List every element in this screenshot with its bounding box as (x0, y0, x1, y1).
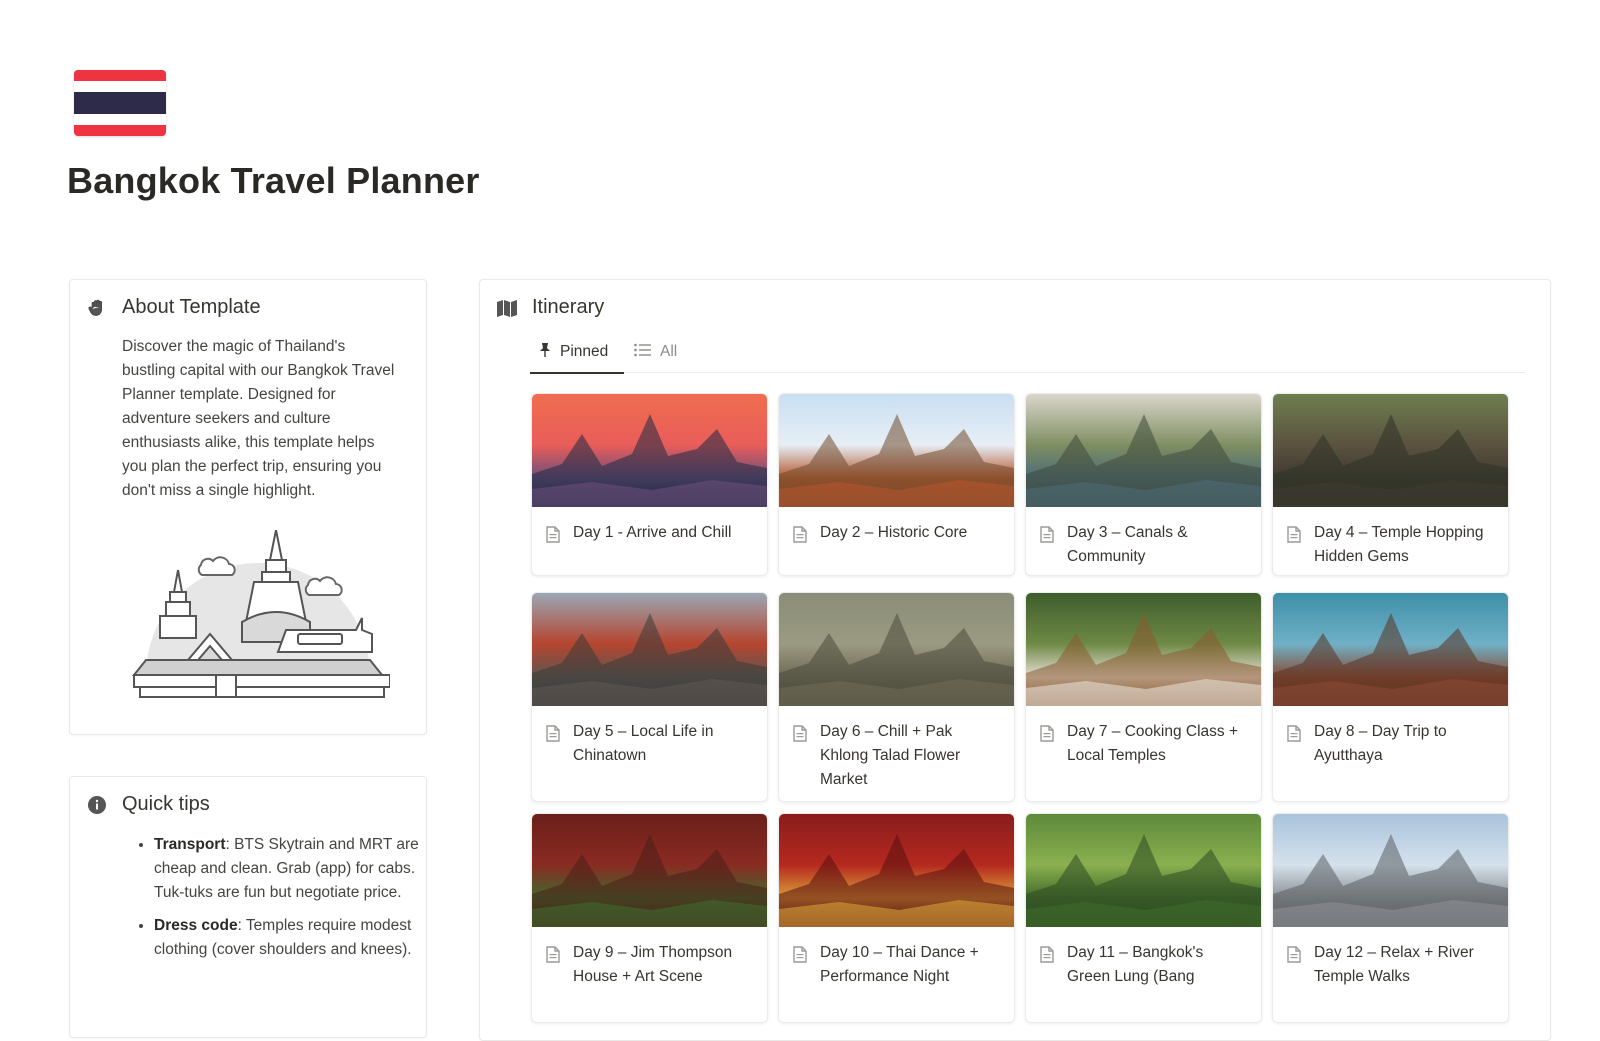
tip-label: Transport (154, 836, 226, 853)
page-doc-icon (793, 725, 807, 750)
page-doc-icon (546, 725, 560, 750)
card-caption: Day 4 – Temple Hopping Hidden Gems (1273, 507, 1508, 569)
tips-title: Quick tips (122, 793, 210, 815)
card-caption: Day 3 – Canals & Community (1026, 507, 1261, 569)
tab-all[interactable]: All (634, 332, 677, 372)
card-caption: Day 9 – Jim Thompson House + Art Scene (532, 927, 767, 989)
active-tab-indicator (530, 372, 624, 374)
card-caption: Day 12 – Relax + River Temple Walks (1273, 927, 1508, 989)
page-doc-icon (1287, 725, 1301, 750)
view-tabs: Pinned All (530, 332, 1525, 374)
temple-illustration-icon (126, 529, 391, 705)
card-cover-image (1026, 593, 1261, 706)
card-cover-image (532, 593, 767, 706)
pin-icon (538, 342, 552, 363)
about-template-panel: About Template Discover the magic of Tha… (69, 279, 427, 735)
card-title: Day 12 – Relax + River Temple Walks (1314, 944, 1474, 985)
tab-label: Pinned (560, 343, 609, 360)
card-cover-image (532, 394, 767, 507)
card-caption: Day 7 – Cooking Class + Local Temples (1026, 706, 1261, 768)
itinerary-card[interactable]: Day 5 – Local Life in Chinatown (531, 592, 768, 802)
itinerary-card[interactable]: Day 1 - Arrive and Chill (531, 393, 768, 576)
about-header: About Template (86, 296, 261, 319)
card-title: Day 2 – Historic Core (820, 524, 968, 541)
card-title: Day 8 – Day Trip to Ayutthaya (1314, 723, 1447, 764)
itinerary-header: Itinerary (496, 296, 604, 319)
tips-header: Quick tips (86, 793, 210, 816)
itinerary-card[interactable]: Day 4 – Temple Hopping Hidden Gems (1272, 393, 1509, 576)
card-title: Day 10 – Thai Dance + Performance Night (820, 944, 979, 985)
page-doc-icon (1040, 946, 1054, 971)
card-caption: Day 10 – Thai Dance + Performance Night (779, 927, 1014, 989)
itinerary-card[interactable]: Day 2 – Historic Core (778, 393, 1015, 576)
itinerary-card[interactable]: Day 11 – Bangkok's Green Lung (Bang (1025, 813, 1262, 1023)
page-doc-icon (793, 526, 807, 551)
card-title: Day 6 – Chill + Pak Khlong Talad Flower … (820, 723, 961, 788)
itinerary-card[interactable]: Day 3 – Canals & Community (1025, 393, 1262, 576)
card-caption: Day 6 – Chill + Pak Khlong Talad Flower … (779, 706, 1014, 792)
page-doc-icon (1040, 725, 1054, 750)
card-cover-image (1273, 814, 1508, 927)
card-caption: Day 2 – Historic Core (779, 507, 1014, 545)
about-description: Discover the magic of Thailand's bustlin… (122, 338, 395, 499)
itinerary-card[interactable]: Day 10 – Thai Dance + Performance Night (778, 813, 1015, 1023)
itinerary-card[interactable]: Day 7 – Cooking Class + Local Temples (1025, 592, 1262, 802)
page-doc-icon (1287, 946, 1301, 971)
page-doc-icon (793, 946, 807, 971)
card-cover-image (1273, 593, 1508, 706)
itinerary-card[interactable]: Day 8 – Day Trip to Ayutthaya (1272, 592, 1509, 802)
card-cover-image (779, 593, 1014, 706)
thailand-flag-icon (74, 70, 166, 136)
page-title: Bangkok Travel Planner (67, 160, 480, 201)
itinerary-panel: Itinerary Pinned All Day 1 - Arrive and … (479, 279, 1551, 1041)
quick-tips-panel: Quick tips Transport: BTS Skytrain and M… (69, 776, 427, 1038)
card-title: Day 4 – Temple Hopping Hidden Gems (1314, 524, 1484, 565)
card-caption: Day 8 – Day Trip to Ayutthaya (1273, 706, 1508, 768)
card-title: Day 5 – Local Life in Chinatown (573, 723, 714, 764)
itinerary-card[interactable]: Day 9 – Jim Thompson House + Art Scene (531, 813, 768, 1023)
hand-icon (86, 297, 108, 319)
tab-pinned[interactable]: Pinned (538, 332, 608, 372)
tab-label: All (660, 343, 678, 360)
tip-item: Dress code: Temples require modest cloth… (154, 914, 444, 962)
page-doc-icon (1287, 526, 1301, 551)
card-title: Day 3 – Canals & Community (1067, 524, 1188, 565)
card-cover-image (1273, 394, 1508, 507)
card-title: Day 11 – Bangkok's Green Lung (Bang (1067, 944, 1204, 985)
tip-label: Dress code (154, 917, 238, 934)
page-doc-icon (1040, 526, 1054, 551)
list-icon (634, 343, 652, 362)
itinerary-title: Itinerary (532, 296, 605, 318)
card-caption: Day 5 – Local Life in Chinatown (532, 706, 767, 768)
itinerary-card[interactable]: Day 12 – Relax + River Temple Walks (1272, 813, 1509, 1023)
itinerary-card[interactable]: Day 6 – Chill + Pak Khlong Talad Flower … (778, 592, 1015, 802)
card-cover-image (1026, 814, 1261, 927)
card-cover-image (532, 814, 767, 927)
card-cover-image (779, 394, 1014, 507)
card-caption: Day 1 - Arrive and Chill (532, 507, 767, 545)
page-doc-icon (546, 946, 560, 971)
page-doc-icon (546, 526, 560, 551)
tips-list: Transport: BTS Skytrain and MRT are chea… (122, 833, 444, 971)
card-cover-image (779, 814, 1014, 927)
info-icon (86, 794, 108, 816)
card-cover-image (1026, 394, 1261, 507)
card-title: Day 7 – Cooking Class + Local Temples (1067, 723, 1239, 764)
card-title: Day 1 - Arrive and Chill (573, 524, 732, 541)
card-title: Day 9 – Jim Thompson House + Art Scene (573, 944, 733, 985)
tip-item: Transport: BTS Skytrain and MRT are chea… (154, 833, 444, 905)
map-icon (496, 297, 518, 319)
card-caption: Day 11 – Bangkok's Green Lung (Bang (1026, 927, 1261, 989)
about-title: About Template (122, 296, 261, 318)
